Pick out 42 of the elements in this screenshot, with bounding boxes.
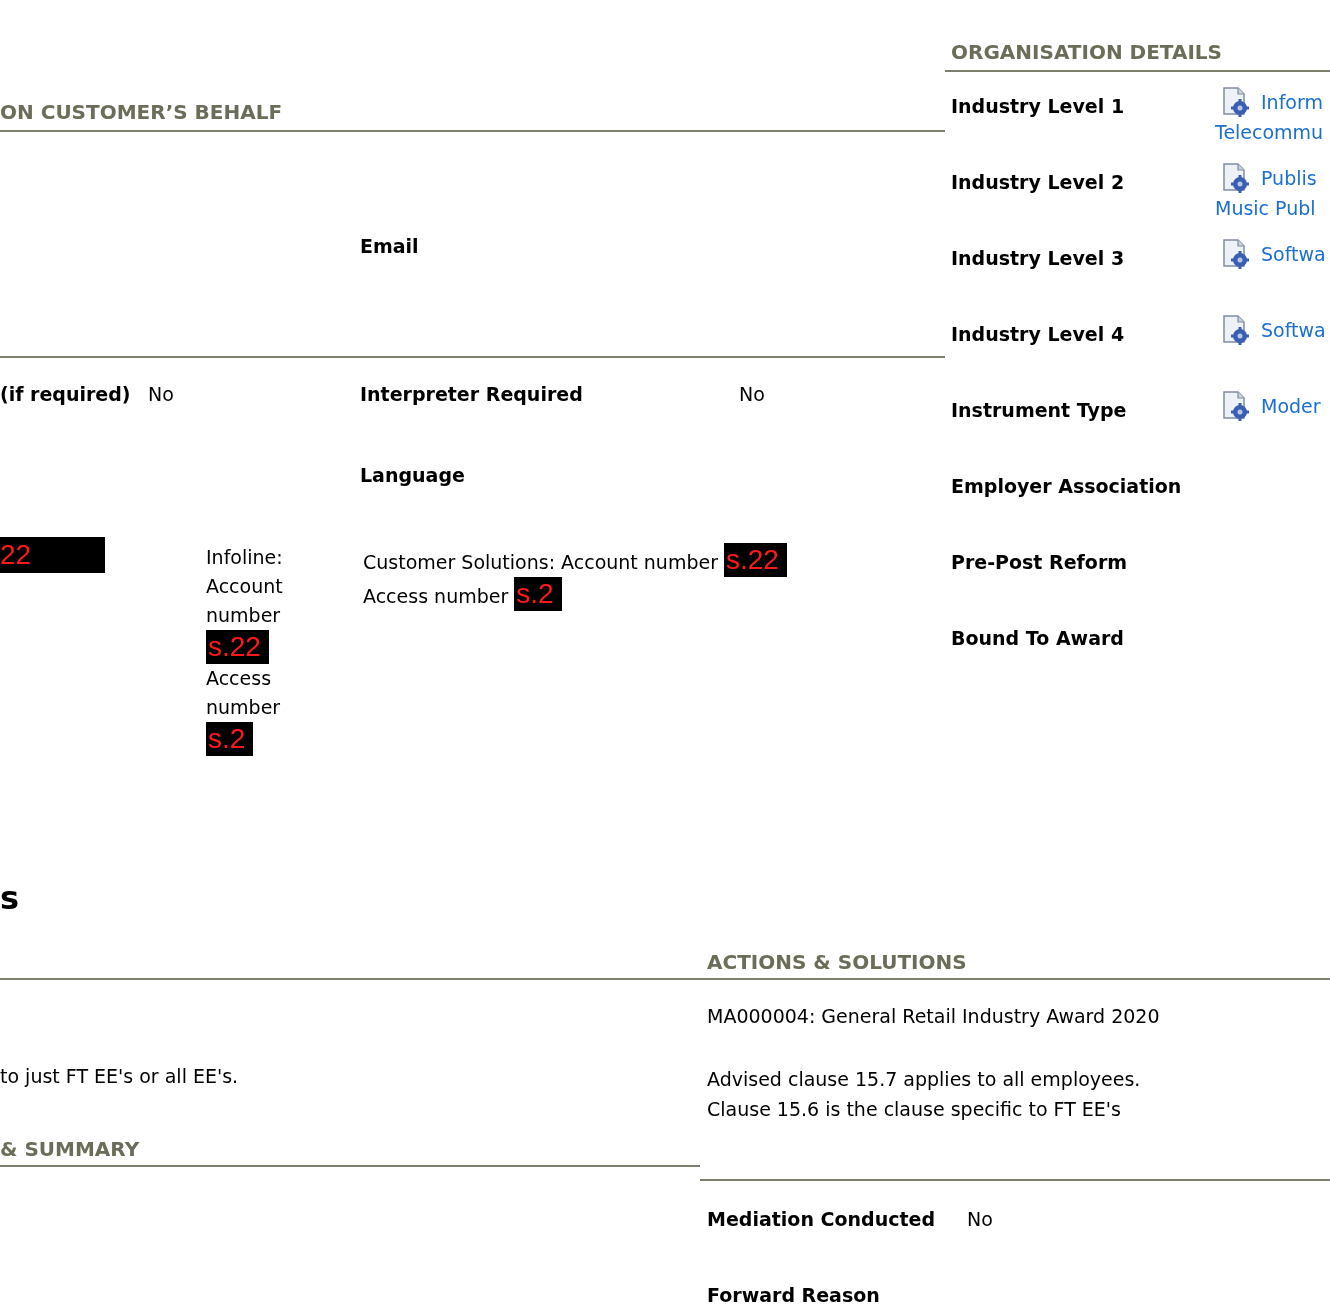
field-label: Forward Reason: [707, 1284, 880, 1306]
lookup-link[interactable]: Telecommu: [1215, 118, 1324, 147]
note-text: Access number: [363, 584, 509, 609]
field-label: Mediation Conducted: [707, 1208, 935, 1230]
section-heading: ORGANISATION DETAILS: [951, 42, 1222, 62]
redaction-label: s.22: [206, 630, 269, 664]
award-text: MA000004: General Retail Industry Award 2020: [707, 1004, 1161, 1029]
field-label: Language: [360, 463, 465, 486]
field-label: Bound To Award: [951, 627, 1124, 649]
question-text: to just FT EE's or all EE's.: [0, 1065, 239, 1087]
note-text: Infoline: Account number: [206, 545, 284, 628]
lookup-link[interactable]: Softwa: [1221, 314, 1326, 346]
field-label: Industry Level 1: [951, 95, 1125, 117]
note-text: Access number: [206, 666, 282, 720]
lookup-link[interactable]: Softwa: [1221, 238, 1326, 270]
lookup-link[interactable]: Music Publ: [1215, 194, 1317, 223]
field-label: Email: [360, 235, 419, 257]
field-label: Employer Association: [951, 475, 1182, 497]
section-heading: ON CUSTOMER’S BEHALF: [0, 102, 283, 122]
redaction-label: s.2: [206, 722, 254, 756]
note-text: Customer Solutions: Account number: [363, 550, 718, 575]
field-label: (if required): [0, 383, 131, 405]
redaction-label: s.22: [724, 543, 787, 577]
field-label: Interpreter Required: [360, 383, 583, 405]
field-label: Instrument Type: [951, 399, 1127, 421]
field-label: Industry Level 4: [951, 323, 1125, 345]
section-heading: ACTIONS & SOLUTIONS: [707, 952, 967, 972]
field-value: No: [967, 1207, 993, 1232]
field-label: Industry Level 2: [951, 171, 1125, 193]
advice-text: Advised clause 15.7 applies to all employees.: [707, 1066, 1141, 1092]
redaction-label: s.2: [514, 577, 562, 611]
section-title: s: [0, 879, 20, 917]
section-heading: & SUMMARY: [0, 1138, 140, 1159]
redaction-label: 22: [0, 537, 105, 573]
lookup-link[interactable]: Publis: [1221, 162, 1317, 194]
field-label: Pre-Post Reform: [951, 551, 1128, 573]
advice-text: Clause 15.6 is the clause specific to FT EE's: [707, 1096, 1121, 1122]
field-value: No: [739, 383, 765, 405]
field-value: No: [148, 383, 174, 405]
field-label: Industry Level 3: [951, 247, 1125, 269]
lookup-link[interactable]: Inform: [1221, 86, 1324, 118]
lookup-link[interactable]: Moder: [1221, 390, 1321, 422]
